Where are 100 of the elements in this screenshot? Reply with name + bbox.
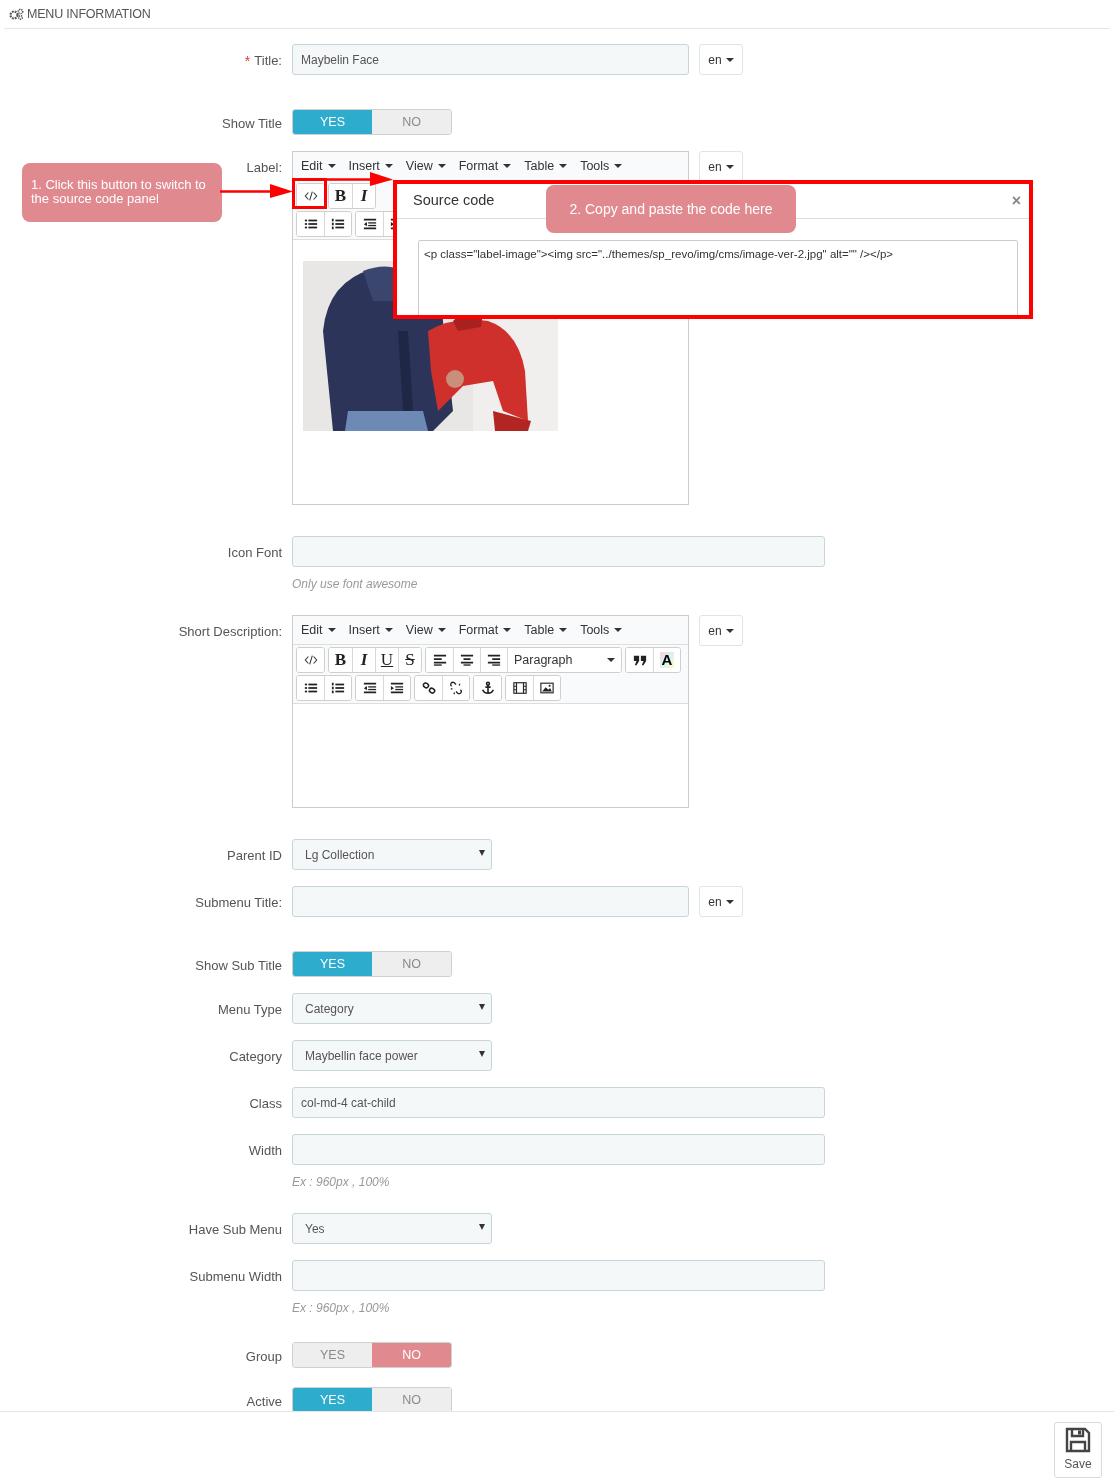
field-label: Submenu Title: bbox=[195, 894, 282, 912]
film-icon bbox=[512, 681, 527, 695]
align-left-button[interactable] bbox=[426, 648, 453, 672]
menu-item[interactable]: Edit bbox=[301, 620, 336, 640]
menu-item[interactable]: View bbox=[405, 156, 446, 176]
format-button[interactable]: U bbox=[375, 648, 398, 672]
caret-icon bbox=[479, 1050, 485, 1057]
menu-item[interactable]: Tools bbox=[580, 156, 623, 176]
code-textarea[interactable]: <p class="label-image"><img src="../themes/sp_revo/img/cms/image-ver-2.jpg" alt="" /></p> bbox=[418, 240, 1018, 315]
format-button[interactable]: I bbox=[352, 648, 375, 672]
select-dropdown[interactable]: Maybellin face power bbox=[292, 1040, 492, 1071]
outdent-button[interactable] bbox=[356, 212, 383, 236]
text-field[interactable]: Maybelin Face bbox=[292, 44, 689, 75]
link-button[interactable] bbox=[415, 676, 442, 700]
menu-item[interactable]: Format bbox=[458, 156, 512, 176]
caret-icon bbox=[614, 164, 623, 168]
highlight-frame bbox=[292, 178, 327, 209]
menu-item[interactable]: Table bbox=[524, 620, 568, 640]
bullet-list-icon bbox=[303, 681, 318, 695]
code-icon bbox=[303, 653, 318, 667]
bullet-list-icon bbox=[303, 217, 318, 231]
format-dropdown[interactable]: Paragraph bbox=[507, 648, 621, 672]
numbered-list-button[interactable] bbox=[324, 676, 351, 700]
text-field[interactable] bbox=[292, 1260, 825, 1291]
numbered-list-icon bbox=[331, 681, 345, 695]
caret-icon bbox=[327, 628, 336, 632]
field-label: Show Title bbox=[222, 115, 282, 133]
indent-button[interactable] bbox=[383, 676, 410, 700]
field-label: Class bbox=[249, 1095, 282, 1113]
text-color-button[interactable]: A bbox=[653, 648, 680, 672]
caret-icon bbox=[503, 164, 512, 168]
field-label: Menu Type bbox=[217, 1001, 282, 1019]
link-icon bbox=[421, 681, 436, 695]
hint-text: Only use font awesome bbox=[292, 576, 419, 592]
format-button[interactable]: B bbox=[329, 184, 352, 208]
quote-button[interactable] bbox=[626, 648, 653, 672]
required-mark: * bbox=[244, 52, 251, 71]
code-button[interactable] bbox=[297, 184, 324, 208]
text-field[interactable]: col-md-4 cat-child bbox=[292, 1087, 825, 1118]
select-dropdown[interactable]: Category bbox=[292, 993, 492, 1024]
language-dropdown[interactable]: en bbox=[699, 44, 743, 75]
caret-icon bbox=[384, 628, 393, 632]
text-field[interactable] bbox=[292, 536, 825, 567]
callout-note: 2. Copy and paste the code here bbox=[546, 185, 796, 233]
align-center-icon bbox=[460, 653, 474, 667]
code-button[interactable] bbox=[297, 648, 324, 672]
anchor-button[interactable] bbox=[474, 676, 501, 700]
menu-item[interactable]: Insert bbox=[348, 620, 393, 640]
field-label: Title: bbox=[254, 52, 282, 70]
menu-item[interactable]: Format bbox=[458, 620, 512, 640]
language-dropdown[interactable]: en bbox=[699, 886, 743, 917]
align-center-button[interactable] bbox=[453, 648, 480, 672]
caret-icon bbox=[384, 164, 393, 168]
field-label: Parent ID bbox=[227, 847, 282, 865]
text-field[interactable] bbox=[292, 886, 689, 917]
bullet-list-button[interactable] bbox=[297, 676, 324, 700]
unlink-icon bbox=[449, 681, 463, 695]
indent-icon bbox=[390, 681, 404, 695]
field-label: Short Description: bbox=[178, 623, 282, 641]
select-dropdown[interactable]: Lg Collection bbox=[292, 839, 492, 870]
code-icon bbox=[303, 189, 318, 203]
language-dropdown[interactable]: en bbox=[699, 151, 743, 182]
image-icon bbox=[540, 681, 554, 695]
caret-icon bbox=[437, 628, 446, 632]
caret-icon bbox=[327, 164, 336, 168]
image-button[interactable] bbox=[533, 676, 560, 700]
menu-item[interactable]: View bbox=[405, 620, 446, 640]
quote-icon bbox=[632, 653, 647, 667]
language-dropdown[interactable]: en bbox=[699, 615, 743, 646]
format-button[interactable]: I bbox=[352, 184, 375, 208]
caret-icon bbox=[503, 628, 512, 632]
caret-icon bbox=[437, 164, 446, 168]
menu-item[interactable]: Tools bbox=[580, 620, 623, 640]
format-button[interactable]: B bbox=[329, 648, 352, 672]
caret-icon bbox=[479, 1223, 485, 1230]
film-button[interactable] bbox=[506, 676, 533, 700]
align-right-icon bbox=[487, 653, 501, 667]
align-right-button[interactable] bbox=[480, 648, 507, 672]
outdent-button[interactable] bbox=[356, 676, 383, 700]
close-button[interactable]: × bbox=[1011, 193, 1021, 209]
section-title: MENU INFORMATION bbox=[27, 5, 151, 23]
hint-text: Ex : 960px , 100% bbox=[292, 1300, 391, 1316]
field-label: Active bbox=[246, 1393, 282, 1411]
menu-item[interactable]: Table bbox=[524, 156, 568, 176]
numbered-list-button[interactable] bbox=[324, 212, 351, 236]
caret-icon bbox=[725, 899, 734, 904]
field-label: Category bbox=[229, 1048, 282, 1066]
menu-item[interactable]: Edit bbox=[301, 156, 336, 176]
unlink-button[interactable] bbox=[442, 676, 469, 700]
align-left-icon bbox=[432, 653, 447, 667]
save-button[interactable]: Save bbox=[1054, 1422, 1102, 1478]
bullet-list-button[interactable] bbox=[297, 212, 324, 236]
select-dropdown[interactable]: Yes bbox=[292, 1213, 492, 1244]
field-label: Label: bbox=[246, 159, 282, 177]
field-label: Group bbox=[245, 1348, 282, 1366]
format-button[interactable]: S bbox=[398, 648, 421, 672]
gears-icon bbox=[9, 8, 24, 20]
outdent-icon bbox=[362, 681, 377, 695]
dialog-title: Source code bbox=[413, 191, 495, 211]
text-field[interactable] bbox=[292, 1134, 825, 1165]
